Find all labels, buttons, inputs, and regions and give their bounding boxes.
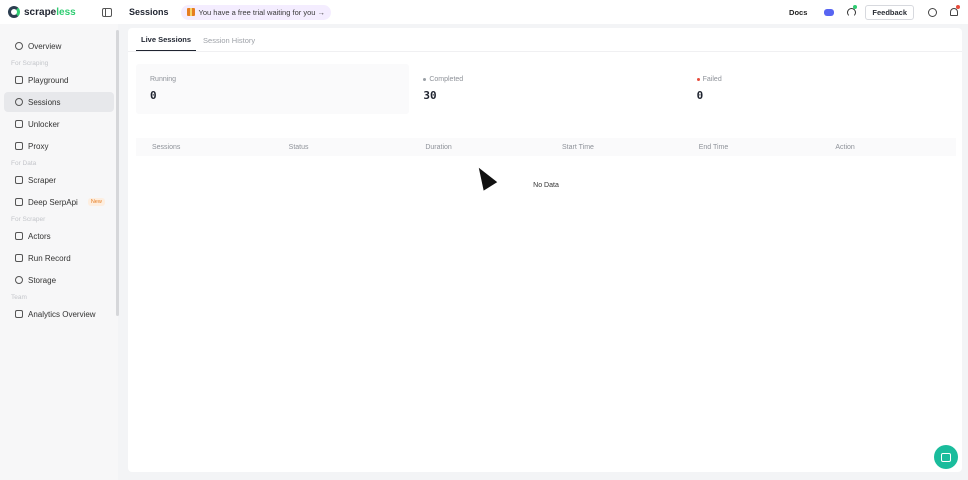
logo[interactable]: scrapeless (0, 6, 92, 18)
table-header: Sessions Status Duration Start Time End … (136, 138, 956, 156)
sidebar-section-label: For Scraping (11, 59, 49, 67)
chat-button[interactable] (934, 445, 958, 469)
main-panel: Live Sessions Session History Running 0 … (128, 28, 962, 472)
sidebar-item-label: Proxy (28, 141, 49, 151)
analytics-icon (15, 310, 23, 318)
stat-running: Running 0 (136, 64, 410, 114)
sidebar-section-label: Team (11, 293, 27, 301)
sessions-icon (15, 98, 23, 106)
sidebar-item-analytics-overview[interactable]: Analytics Overview (4, 304, 114, 324)
stat-failed-value: 0 (696, 89, 704, 102)
sidebar-item-label: Run Record (28, 253, 71, 263)
top-bar: scrapeless Sessions You have a free tria… (0, 0, 968, 24)
logo-mark-icon (8, 6, 20, 18)
stat-failed-label: Failed (702, 76, 722, 83)
sidebar-scrollbar[interactable] (116, 30, 119, 316)
sidebar-item-actors[interactable]: Actors (4, 226, 114, 246)
playground-icon (15, 76, 23, 84)
new-badge: New (87, 198, 105, 206)
sidebar-section-label: For Data (11, 159, 37, 167)
sidebar-collapse-icon[interactable] (102, 7, 112, 17)
column-header-status[interactable]: Status (273, 144, 410, 151)
column-header-end-time[interactable]: End Time (683, 144, 820, 151)
sidebar-item-deep-serpapi[interactable]: Deep SerpApi New (4, 192, 114, 212)
free-trial-text: You have a free trial waiting for you → (198, 7, 325, 17)
column-header-duration[interactable]: Duration (409, 144, 546, 151)
sidebar-item-unlocker[interactable]: Unlocker (4, 114, 114, 134)
sidebar-item-label: Deep SerpApi (28, 197, 78, 207)
sidebar-item-label: Overview (28, 41, 62, 51)
scraper-icon (15, 176, 23, 184)
page-title: Sessions (129, 7, 169, 17)
empty-state: No Data (533, 182, 559, 189)
support-button[interactable] (843, 4, 859, 20)
session-tabs: Live Sessions Session History (128, 28, 962, 52)
docs-link[interactable]: Docs (789, 8, 807, 17)
logo-text: scrapeless (24, 6, 76, 18)
notifications-button[interactable] (946, 4, 962, 20)
free-trial-banner[interactable]: You have a free trial waiting for you → (180, 4, 331, 20)
stat-completed: Completed 30 (409, 64, 682, 114)
run-record-icon (15, 254, 23, 262)
sidebar-item-sessions[interactable]: Sessions (4, 92, 114, 112)
discord-icon (824, 8, 835, 16)
tab-live-sessions[interactable]: Live Sessions (136, 35, 197, 51)
gift-icon (186, 8, 195, 16)
stat-completed-value: 30 (423, 89, 437, 102)
sessions-table: Sessions Status Duration Start Time End … (136, 138, 956, 189)
sidebar-item-playground[interactable]: Playground (4, 70, 114, 90)
sidebar-item-label: Storage (28, 275, 57, 285)
stat-failed: Failed 0 (683, 64, 956, 114)
failed-dot (696, 78, 700, 81)
session-stats: Running 0 Completed 30 Failed 0 (136, 64, 956, 114)
stat-running-value: 0 (150, 89, 157, 102)
completed-dot (423, 78, 427, 81)
sidebar-item-label: Analytics Overview (28, 309, 96, 319)
bell-icon (950, 8, 958, 16)
sidebar-item-label: Scraper (28, 175, 57, 185)
column-header-sessions[interactable]: Sessions (136, 144, 273, 151)
stat-completed-label: Completed (429, 76, 464, 83)
feedback-button[interactable]: Feedback (865, 4, 914, 20)
language-button[interactable] (924, 4, 940, 20)
lock-icon (15, 120, 23, 128)
sidebar-section-label: For Scraper (11, 215, 46, 223)
proxy-icon (15, 142, 23, 150)
storage-icon (15, 276, 23, 284)
globe-icon (927, 7, 937, 17)
stat-running-label: Running (150, 76, 177, 83)
sidebar-item-label: Playground (28, 75, 69, 85)
tab-session-history[interactable]: Session History (198, 36, 260, 51)
actors-icon (15, 232, 23, 240)
sidebar-item-proxy[interactable]: Proxy (4, 136, 114, 156)
sidebar-item-label: Unlocker (28, 119, 60, 129)
online-indicator (853, 5, 858, 9)
sidebar-item-run-record[interactable]: Run Record (4, 248, 114, 268)
serp-icon (15, 198, 23, 206)
sidebar: Overview For Scraping Playground Sessions Un… (0, 24, 118, 480)
discord-button[interactable] (821, 4, 837, 20)
column-header-start-time[interactable]: Start Time (546, 144, 683, 151)
sidebar-item-scraper[interactable]: Scraper (4, 170, 114, 190)
chat-icon (941, 452, 951, 462)
sidebar-item-label: Sessions (28, 97, 61, 107)
sidebar-item-storage[interactable]: Storage (4, 270, 114, 290)
notification-dot (956, 5, 960, 9)
column-header-action[interactable]: Action (819, 144, 956, 151)
sidebar-item-label: Actors (28, 231, 51, 241)
monitor-icon (15, 42, 23, 50)
sidebar-item-overview[interactable]: Overview (4, 36, 114, 56)
